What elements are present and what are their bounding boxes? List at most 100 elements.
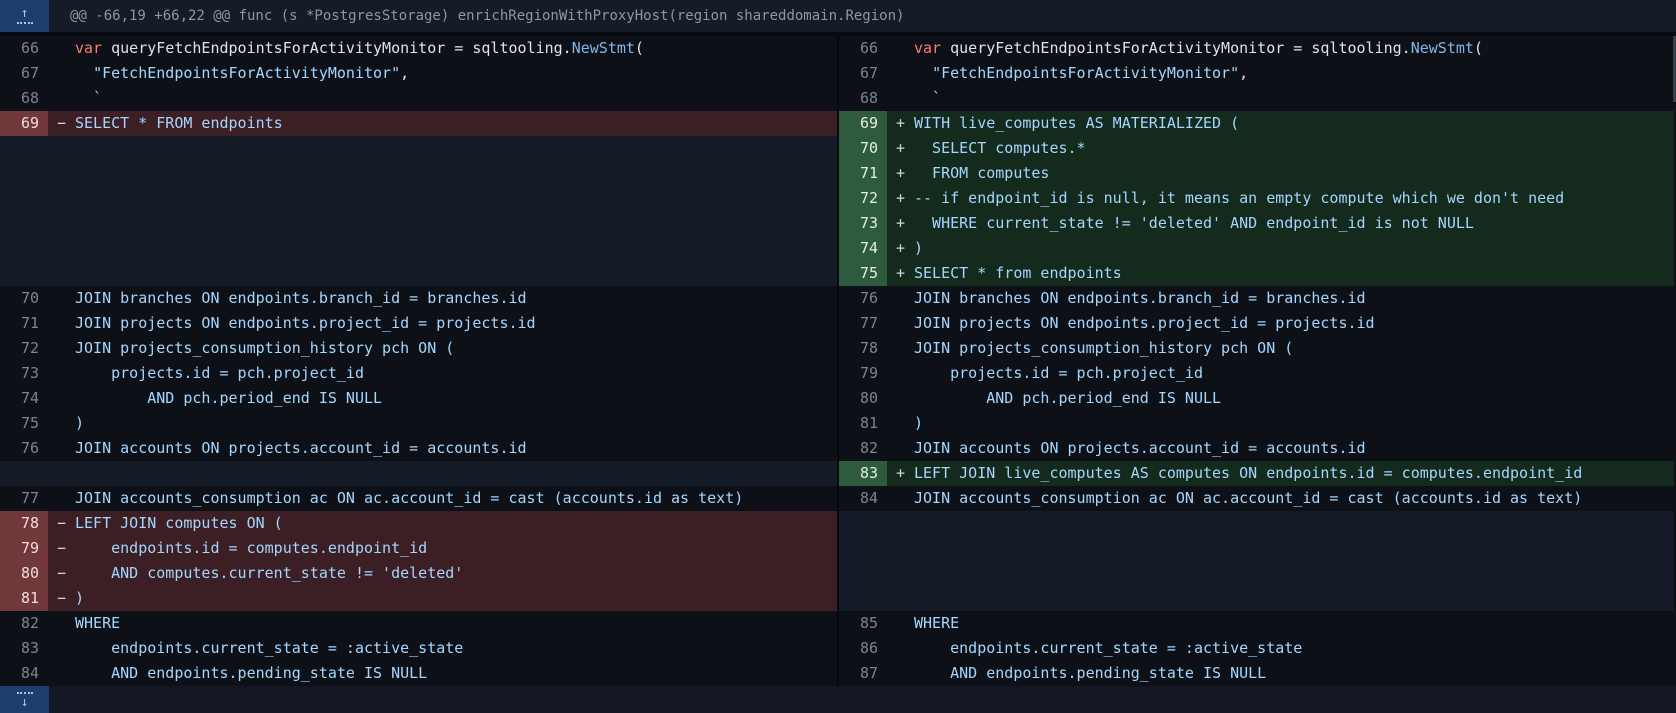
diff-marker <box>887 386 914 411</box>
diff-row: 83+LEFT JOIN live_computes AS computes O… <box>839 461 1674 486</box>
diff-marker <box>887 586 914 611</box>
diff-marker <box>48 286 75 311</box>
line-number[interactable]: 84 <box>0 661 48 686</box>
line-number[interactable]: 72 <box>839 186 887 211</box>
line-number[interactable]: 68 <box>0 86 48 111</box>
diff-filler-row <box>0 236 837 261</box>
line-number <box>0 211 48 236</box>
diff-viewer: ↑ @@ -66,19 +66,22 @@ func (s *PostgresS… <box>0 0 1676 713</box>
code-line: JOIN projects ON endpoints.project_id = … <box>75 311 536 336</box>
line-number[interactable]: 69 <box>0 111 48 136</box>
diff-marker <box>48 486 75 511</box>
line-number[interactable]: 78 <box>0 511 48 536</box>
line-number <box>0 161 48 186</box>
diff-row: 69+WITH live_computes AS MATERIALIZED ( <box>839 111 1674 136</box>
line-number[interactable]: 70 <box>839 136 887 161</box>
line-number[interactable]: 71 <box>839 161 887 186</box>
line-number[interactable]: 73 <box>839 211 887 236</box>
diff-row: 84JOIN accounts_consumption ac ON ac.acc… <box>839 486 1674 511</box>
line-number[interactable]: 71 <box>0 311 48 336</box>
line-number[interactable]: 74 <box>0 386 48 411</box>
line-number[interactable]: 76 <box>0 436 48 461</box>
line-number[interactable]: 80 <box>0 561 48 586</box>
diff-row: 76JOIN branches ON endpoints.branch_id =… <box>839 286 1674 311</box>
diff-footer: ↓ <box>0 686 1676 713</box>
line-number[interactable]: 75 <box>839 261 887 286</box>
line-number[interactable]: 80 <box>839 386 887 411</box>
diff-marker <box>48 36 75 61</box>
line-number <box>0 186 48 211</box>
line-number[interactable]: 83 <box>839 461 887 486</box>
line-number[interactable]: 70 <box>0 286 48 311</box>
diff-filler-row <box>839 586 1674 611</box>
diff-marker <box>48 61 75 86</box>
line-number[interactable]: 66 <box>839 36 887 61</box>
diff-row: 68 ` <box>839 86 1674 111</box>
diff-row: 81−) <box>0 586 837 611</box>
code-line: JOIN projects_consumption_history pch ON… <box>75 336 454 361</box>
diff-pane-new: 66var queryFetchEndpointsForActivityMoni… <box>837 36 1674 686</box>
diff-marker <box>887 636 914 661</box>
code-line: endpoints.current_state = :active_state <box>914 636 1302 661</box>
diff-row: 66var queryFetchEndpointsForActivityMoni… <box>839 36 1674 61</box>
line-number <box>0 461 48 486</box>
diff-row: 67 "FetchEndpointsForActivityMonitor", <box>0 61 837 86</box>
diff-marker <box>48 336 75 361</box>
line-number[interactable]: 79 <box>0 536 48 561</box>
line-number[interactable]: 78 <box>839 336 887 361</box>
line-number[interactable]: 75 <box>0 411 48 436</box>
code-line: AND endpoints.pending_state IS NULL <box>75 661 427 686</box>
diff-row: 68 ` <box>0 86 837 111</box>
diff-marker <box>48 261 75 286</box>
diff-row: 81) <box>839 411 1674 436</box>
code-line: AND pch.period_end IS NULL <box>75 386 382 411</box>
line-number[interactable]: 68 <box>839 86 887 111</box>
diff-marker <box>48 661 75 686</box>
code-line: AND pch.period_end IS NULL <box>914 386 1221 411</box>
line-number[interactable]: 67 <box>839 61 887 86</box>
line-number[interactable]: 77 <box>839 311 887 336</box>
diff-marker: − <box>48 586 75 611</box>
line-number <box>839 561 887 586</box>
diff-row: 74+) <box>839 236 1674 261</box>
line-number[interactable]: 87 <box>839 661 887 686</box>
line-number[interactable]: 72 <box>0 336 48 361</box>
line-number[interactable]: 81 <box>0 586 48 611</box>
diff-marker <box>48 436 75 461</box>
diff-marker <box>887 411 914 436</box>
code-line: LEFT JOIN live_computes AS computes ON e… <box>914 461 1582 486</box>
diff-marker <box>887 486 914 511</box>
line-number[interactable]: 74 <box>839 236 887 261</box>
diff-filler-row <box>0 161 837 186</box>
diff-marker <box>48 611 75 636</box>
expand-up-button[interactable]: ↑ <box>0 0 49 32</box>
line-number[interactable]: 82 <box>839 436 887 461</box>
line-number[interactable]: 81 <box>839 411 887 436</box>
diff-marker: + <box>887 461 914 486</box>
diff-marker <box>48 361 75 386</box>
line-number[interactable]: 82 <box>0 611 48 636</box>
line-number[interactable]: 86 <box>839 636 887 661</box>
line-number[interactable]: 76 <box>839 286 887 311</box>
line-number[interactable]: 77 <box>0 486 48 511</box>
line-number[interactable]: 67 <box>0 61 48 86</box>
line-number <box>839 511 887 536</box>
diff-filler-row <box>839 511 1674 536</box>
diff-filler-row <box>0 186 837 211</box>
code-line: JOIN branches ON endpoints.branch_id = b… <box>75 286 527 311</box>
diff-marker: + <box>887 161 914 186</box>
expand-down-button[interactable]: ↓ <box>0 686 49 713</box>
diff-row: 76JOIN accounts ON projects.account_id =… <box>0 436 837 461</box>
line-number[interactable]: 84 <box>839 486 887 511</box>
line-number[interactable]: 69 <box>839 111 887 136</box>
code-line: ) <box>75 411 84 436</box>
line-number[interactable]: 79 <box>839 361 887 386</box>
diff-row: 66var queryFetchEndpointsForActivityMoni… <box>0 36 837 61</box>
diff-marker <box>887 611 914 636</box>
code-line: AND computes.current_state != 'deleted' <box>75 561 463 586</box>
line-number[interactable]: 73 <box>0 361 48 386</box>
line-number[interactable]: 83 <box>0 636 48 661</box>
code-line: JOIN accounts_consumption ac ON ac.accou… <box>75 486 743 511</box>
line-number[interactable]: 66 <box>0 36 48 61</box>
line-number[interactable]: 85 <box>839 611 887 636</box>
